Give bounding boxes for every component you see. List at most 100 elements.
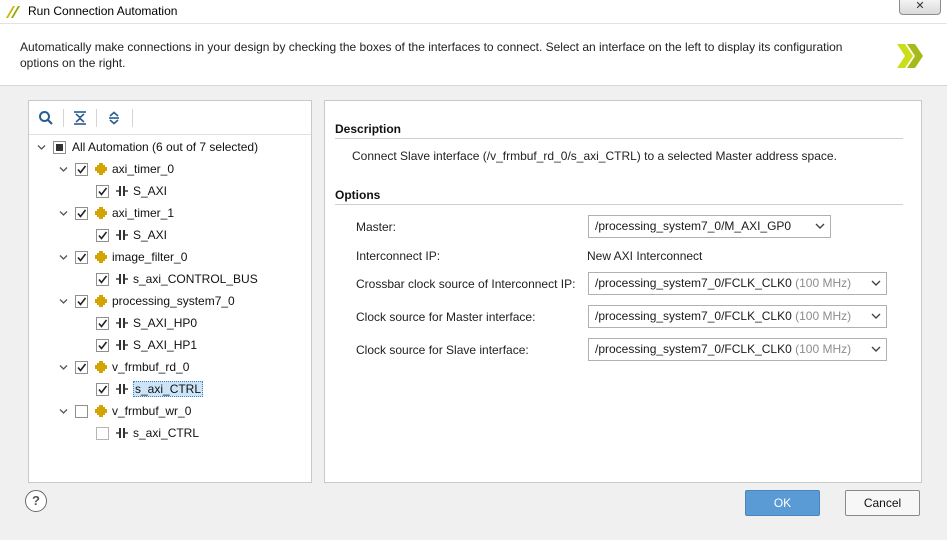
chevron-down-icon [871, 313, 881, 319]
tree-label: S_AXI [133, 184, 168, 198]
window-title: Run Connection Automation [28, 4, 178, 18]
tree-label: v_frmbuf_rd_0 [112, 360, 190, 374]
ip-block-icon [95, 163, 107, 175]
close-button[interactable]: ✕ [899, 0, 941, 15]
checkbox-axi-timer-1[interactable] [75, 206, 88, 220]
slave-clock-select[interactable]: /processing_system7_0/FCLK_CLK0 (100 MHz… [588, 338, 887, 361]
tree-node-v-frmbuf-rd-0[interactable]: v_frmbuf_rd_0 [58, 357, 189, 377]
tree-node-image-filter-0[interactable]: image_filter_0 [58, 247, 187, 267]
checkbox-s-axi[interactable] [96, 228, 109, 242]
tree-leaf-s-axi[interactable]: S_AXI [96, 225, 167, 245]
checkmark-icon [77, 253, 87, 262]
checkmark-icon [98, 275, 108, 284]
tree-node-processing-system7-0[interactable]: processing_system7_0 [58, 291, 235, 311]
tree-node-v-frmbuf-wr-0[interactable]: v_frmbuf_wr_0 [58, 401, 191, 421]
checkmark-icon [77, 209, 87, 218]
interconnect-ip-value: New AXI Interconnect [587, 249, 703, 263]
xilinx-logo-icon [6, 6, 20, 18]
tree-label: S_AXI [133, 228, 168, 242]
tree-label-selected[interactable]: s_axi_CTRL [133, 381, 204, 397]
tree-label: s_axi_CONTROL_BUS [133, 272, 258, 286]
bus-interface-icon [116, 318, 128, 328]
checkbox-s-axi-hp0[interactable] [96, 316, 109, 330]
tree-label: image_filter_0 [112, 250, 188, 264]
toolbar-separator [63, 109, 64, 127]
cancel-button[interactable]: Cancel [845, 490, 920, 516]
bus-interface-icon [116, 384, 128, 394]
ip-block-icon [95, 251, 107, 263]
chevron-down-icon[interactable] [58, 164, 69, 175]
checkbox-s-axi[interactable] [96, 184, 109, 198]
checkbox-processing-system7-0[interactable] [75, 294, 88, 308]
master-label: Master: [356, 220, 397, 234]
crossbar-clock-value: /processing_system7_0/FCLK_CLK0 [595, 276, 792, 290]
chevron-down-icon[interactable] [58, 296, 69, 307]
crossbar-clock-label: Crossbar clock source of Interconnect IP… [356, 277, 576, 291]
interconnect-ip-label: Interconnect IP: [356, 249, 441, 263]
description-text: Connect Slave interface (/v_frmbuf_rd_0/… [352, 149, 837, 163]
checkbox-s-axi-ctrl[interactable] [96, 382, 109, 396]
tree-leaf-s-axi-ctrl[interactable]: s_axi_CTRL [96, 423, 199, 443]
chevron-down-icon[interactable] [58, 252, 69, 263]
checkmark-icon [98, 341, 108, 350]
tree-label: S_AXI_HP1 [133, 338, 198, 352]
description-heading: Description [335, 122, 402, 136]
interfaces-tree-panel: All Automation (6 out of 7 selected) axi… [28, 100, 312, 483]
chevron-down-icon [815, 223, 825, 229]
tree-label: S_AXI_HP0 [133, 316, 198, 330]
master-select[interactable]: /processing_system7_0/M_AXI_GP0 [588, 215, 831, 238]
section-divider [335, 204, 903, 205]
ip-block-icon [95, 405, 107, 417]
slave-clock-value: /processing_system7_0/FCLK_CLK0 [595, 342, 792, 356]
toolbar-separator [96, 109, 97, 127]
checkbox-axi-timer-0[interactable] [75, 162, 88, 176]
help-button[interactable]: ? [25, 490, 47, 512]
checkbox-image-filter-0[interactable] [75, 250, 88, 264]
tree-label: v_frmbuf_wr_0 [112, 404, 192, 418]
chevron-down-icon[interactable] [58, 406, 69, 417]
tree-leaf-s-axi-control-bus[interactable]: s_axi_CONTROL_BUS [96, 269, 258, 289]
chevron-down-icon[interactable] [36, 142, 47, 153]
crossbar-clock-select[interactable]: /processing_system7_0/FCLK_CLK0 (100 MHz… [588, 272, 887, 295]
bus-interface-icon [116, 230, 128, 240]
checkbox-v-frmbuf-rd-0[interactable] [75, 360, 88, 374]
checkmark-icon [98, 231, 108, 240]
tree-label: axi_timer_1 [112, 206, 175, 220]
expand-all-icon[interactable] [106, 110, 122, 126]
collapse-all-icon[interactable] [72, 110, 88, 126]
tree-leaf-s-axi-hp1[interactable]: S_AXI_HP1 [96, 335, 197, 355]
master-clock-select[interactable]: /processing_system7_0/FCLK_CLK0 (100 MHz… [588, 305, 887, 328]
ok-button[interactable]: OK [745, 490, 820, 516]
section-divider [335, 138, 903, 139]
checkbox-s-axi-ctrl[interactable] [96, 426, 109, 440]
checkmark-icon [98, 187, 108, 196]
tree-leaf-s-axi[interactable]: S_AXI [96, 181, 167, 201]
tree-leaf-s-axi-ctrl-selected[interactable]: s_axi_CTRL [96, 379, 204, 399]
master-value: /processing_system7_0/M_AXI_GP0 [595, 219, 792, 233]
title-bar: Run Connection Automation ✕ [0, 0, 947, 24]
brand-logo-icon [897, 44, 923, 68]
master-clock-label: Clock source for Master interface: [356, 310, 536, 324]
slave-clock-label: Clock source for Slave interface: [356, 343, 529, 357]
chevron-down-icon[interactable] [58, 362, 69, 373]
tree-leaf-s-axi-hp0[interactable]: S_AXI_HP0 [96, 313, 197, 333]
toolbar-separator [132, 109, 133, 127]
bus-interface-icon [116, 428, 128, 438]
tree-root-all-automation[interactable]: All Automation (6 out of 7 selected) [36, 137, 258, 157]
checkbox-v-frmbuf-wr-0[interactable] [75, 404, 88, 418]
chevron-down-icon[interactable] [58, 208, 69, 219]
checkmark-icon [77, 297, 87, 306]
search-icon[interactable] [38, 110, 54, 126]
tree-node-axi-timer-1[interactable]: axi_timer_1 [58, 203, 174, 223]
tree-node-axi-timer-0[interactable]: axi_timer_0 [58, 159, 174, 179]
checkbox-all-automation[interactable] [53, 140, 66, 154]
tree-label: All Automation (6 out of 7 selected) [72, 140, 259, 154]
bus-interface-icon [116, 186, 128, 196]
slave-clock-frequency: (100 MHz) [791, 342, 852, 356]
tree-toolbar [29, 101, 311, 135]
tree-label: axi_timer_0 [112, 162, 175, 176]
chevron-down-icon [871, 346, 881, 352]
checkbox-s-axi-control-bus[interactable] [96, 272, 109, 286]
ip-block-icon [95, 295, 107, 307]
checkbox-s-axi-hp1[interactable] [96, 338, 109, 352]
